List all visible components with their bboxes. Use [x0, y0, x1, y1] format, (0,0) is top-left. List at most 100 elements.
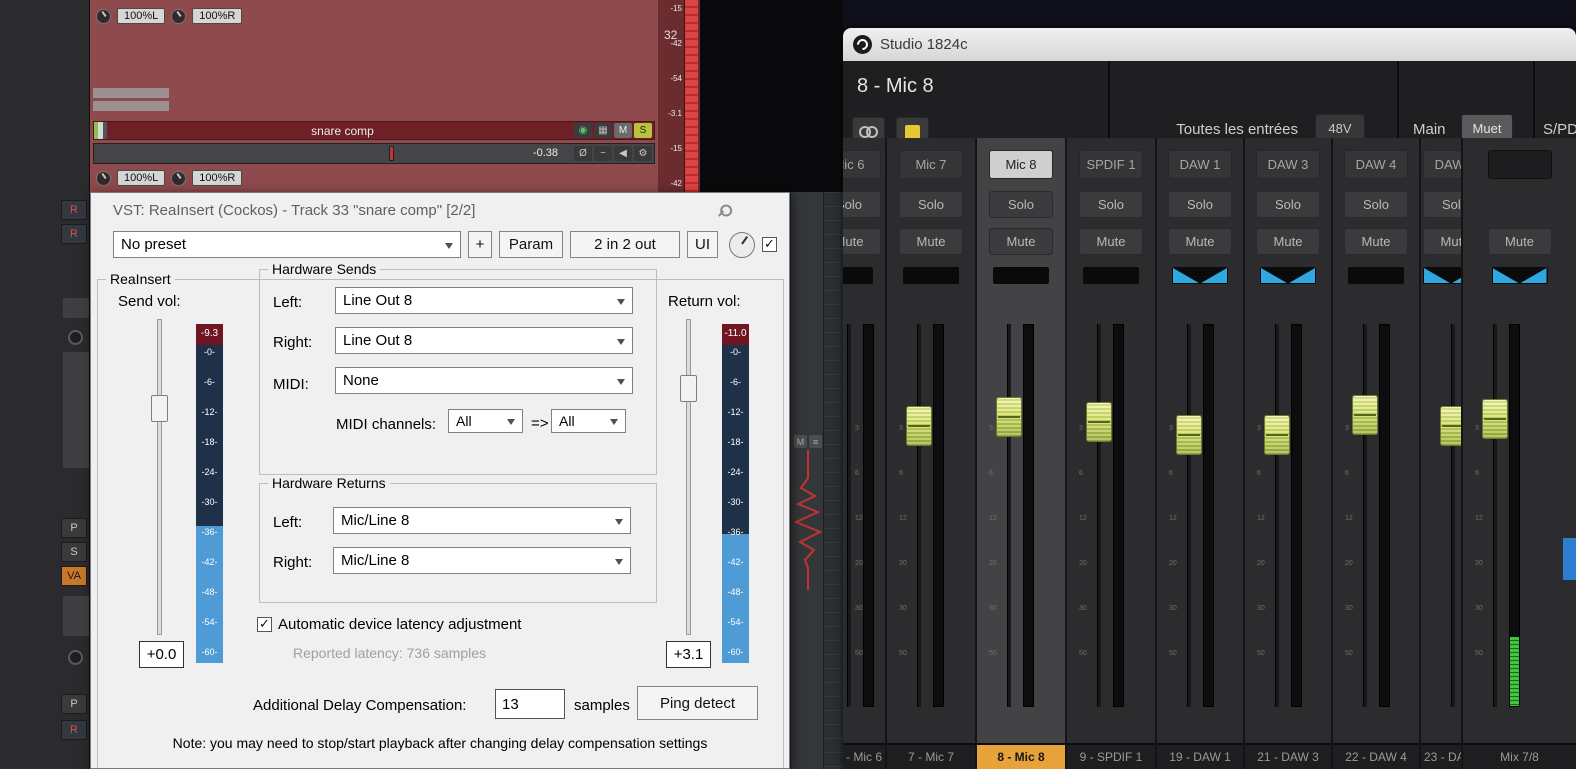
- bypass-checkbox[interactable]: [762, 236, 777, 252]
- returns-right-combobox[interactable]: Mic/Line 8: [333, 547, 631, 574]
- midi-from-combobox[interactable]: All: [448, 409, 523, 433]
- pan-right-button[interactable]: 100%R: [192, 8, 243, 24]
- mute-button[interactable]: M: [614, 123, 632, 138]
- solo-button[interactable]: Solo: [1423, 191, 1461, 218]
- channel-bottom-label[interactable]: 21 - DAW 3: [1245, 743, 1331, 769]
- fader-track[interactable]: [1007, 324, 1011, 707]
- add-preset-button[interactable]: +: [468, 231, 492, 258]
- mute-button[interactable]: Mute: [1487, 228, 1552, 255]
- routing-icon[interactable]: ▦: [594, 123, 612, 138]
- fader-track[interactable]: [1493, 324, 1497, 707]
- ruler[interactable]: [823, 192, 843, 769]
- io-button[interactable]: 2 in 2 out: [570, 231, 680, 258]
- mute-button[interactable]: Mute: [899, 228, 963, 255]
- solo-button[interactable]: Solo: [843, 191, 881, 218]
- pan-control[interactable]: [1348, 267, 1404, 284]
- channel-bottom-label[interactable]: 23 - DAW: [1421, 743, 1461, 769]
- sends-left-combobox[interactable]: Line Out 8: [335, 287, 633, 314]
- channel-name-button[interactable]: DAW 3: [1256, 150, 1320, 179]
- fader-handle[interactable]: [1086, 401, 1112, 442]
- return-fader[interactable]: [680, 319, 697, 635]
- pan-left-button[interactable]: 100%L: [117, 170, 166, 186]
- return-fader-handle[interactable]: [680, 375, 697, 402]
- track-chip[interactable]: P: [61, 518, 87, 538]
- delay-comp-input[interactable]: [495, 689, 565, 719]
- channel-name-button[interactable]: DAW 1: [1168, 150, 1232, 179]
- send-fader-handle[interactable]: [151, 395, 168, 422]
- ui-button[interactable]: UI: [687, 231, 718, 258]
- mute-mini-icon[interactable]: M: [794, 435, 807, 448]
- channel-bottom-label[interactable]: Mix 7/8: [1463, 743, 1576, 769]
- mute-button[interactable]: Mute: [1344, 228, 1408, 255]
- track-chip[interactable]: R: [61, 720, 87, 740]
- sends-midi-combobox[interactable]: None: [335, 367, 633, 394]
- envelope-icon[interactable]: ~: [594, 146, 612, 161]
- wet-dry-knob[interactable]: [729, 231, 755, 258]
- track-chip[interactable]: R: [61, 224, 87, 244]
- fader-handle[interactable]: [996, 397, 1022, 438]
- fx-enable-icon[interactable]: ◉: [574, 123, 592, 138]
- channel-name-button[interactable]: SPDIF 1: [1079, 150, 1143, 179]
- channel-bottom-label[interactable]: 6 - Mic 6: [843, 743, 885, 769]
- pan-control[interactable]: [843, 267, 873, 284]
- mute-button[interactable]: Mute: [843, 228, 881, 255]
- mute-button[interactable]: Mute: [989, 228, 1053, 255]
- midi-to-combobox[interactable]: All: [551, 409, 626, 433]
- gear-icon[interactable]: ⚙: [634, 146, 652, 161]
- pan-control[interactable]: [1423, 267, 1461, 284]
- fader-handle[interactable]: [1176, 415, 1202, 456]
- send-fader[interactable]: [151, 319, 168, 635]
- fader-handle[interactable]: [1440, 406, 1461, 447]
- channel-name-button[interactable]: Mic 7: [899, 150, 963, 179]
- solo-button[interactable]: Solo: [1168, 191, 1232, 218]
- param-button[interactable]: Param: [499, 231, 563, 258]
- preset-combobox[interactable]: No preset: [113, 231, 461, 258]
- mute-button[interactable]: Mute: [1423, 228, 1461, 255]
- channel-bottom-label[interactable]: 9 - SPDIF 1: [1067, 743, 1155, 769]
- knob-icon[interactable]: [68, 330, 83, 345]
- track-chip[interactable]: S: [61, 542, 87, 562]
- menu-mini-icon[interactable]: ≡: [809, 435, 822, 448]
- pan-right-button[interactable]: 100%R: [192, 170, 243, 186]
- dialog-titlebar[interactable]: VST: ReaInsert (Cockos) - Track 33 "snar…: [91, 193, 789, 227]
- fader-track[interactable]: [1451, 324, 1455, 707]
- fader-handle[interactable]: [1352, 394, 1378, 435]
- fader-track[interactable]: [847, 324, 851, 707]
- fader-track[interactable]: [1187, 324, 1191, 707]
- pan-control[interactable]: [1083, 267, 1139, 284]
- return-vol-value[interactable]: +3.1: [666, 641, 711, 668]
- pan-control[interactable]: [1172, 267, 1228, 284]
- pan-control[interactable]: [903, 267, 959, 284]
- volume-fader-handle[interactable]: [389, 146, 394, 161]
- fx-slot-blocks[interactable]: [93, 88, 169, 114]
- pan-left-button[interactable]: 100%L: [117, 8, 166, 24]
- volume-fader-row[interactable]: -0.38 Ø ~ ◀ ⚙: [93, 143, 655, 164]
- track-chip[interactable]: VA: [61, 566, 87, 586]
- track-chip[interactable]: P: [61, 694, 87, 714]
- channel-bottom-label[interactable]: 22 - DAW 4: [1333, 743, 1419, 769]
- channel-bottom-label[interactable]: 8 - Mic 8: [977, 743, 1065, 769]
- fader-track[interactable]: [1275, 324, 1279, 707]
- mute-button[interactable]: Mute: [1168, 228, 1232, 255]
- fader-handle[interactable]: [906, 406, 932, 447]
- track-header[interactable]: snare comp ◉ ▦ M S: [93, 121, 655, 140]
- pan-knob-icon[interactable]: [96, 170, 111, 186]
- channel-name-button[interactable]: DAW 4: [1344, 150, 1408, 179]
- pan-control[interactable]: [1260, 267, 1316, 284]
- fader-track[interactable]: [917, 324, 921, 707]
- sends-right-combobox[interactable]: Line Out 8: [335, 327, 633, 354]
- send-vol-value[interactable]: +0.0: [139, 641, 184, 668]
- channel-name-button[interactable]: Mic 6: [843, 150, 881, 179]
- knob-icon[interactable]: [68, 650, 83, 665]
- channel-name-button[interactable]: Mic 8: [989, 150, 1053, 179]
- channel-name-button[interactable]: DAW 5: [1423, 150, 1461, 179]
- pan-knob-icon[interactable]: [171, 8, 187, 24]
- mute-button[interactable]: Mute: [1079, 228, 1143, 255]
- auto-latency-checkbox[interactable]: [257, 616, 272, 632]
- solo-button[interactable]: Solo: [1344, 191, 1408, 218]
- channel-bottom-label[interactable]: 19 - DAW 1: [1157, 743, 1243, 769]
- solo-button[interactable]: Solo: [1079, 191, 1143, 218]
- ping-detect-button[interactable]: Ping detect: [637, 686, 758, 720]
- fader-track[interactable]: [1363, 324, 1367, 707]
- mute-button[interactable]: Mute: [1256, 228, 1320, 255]
